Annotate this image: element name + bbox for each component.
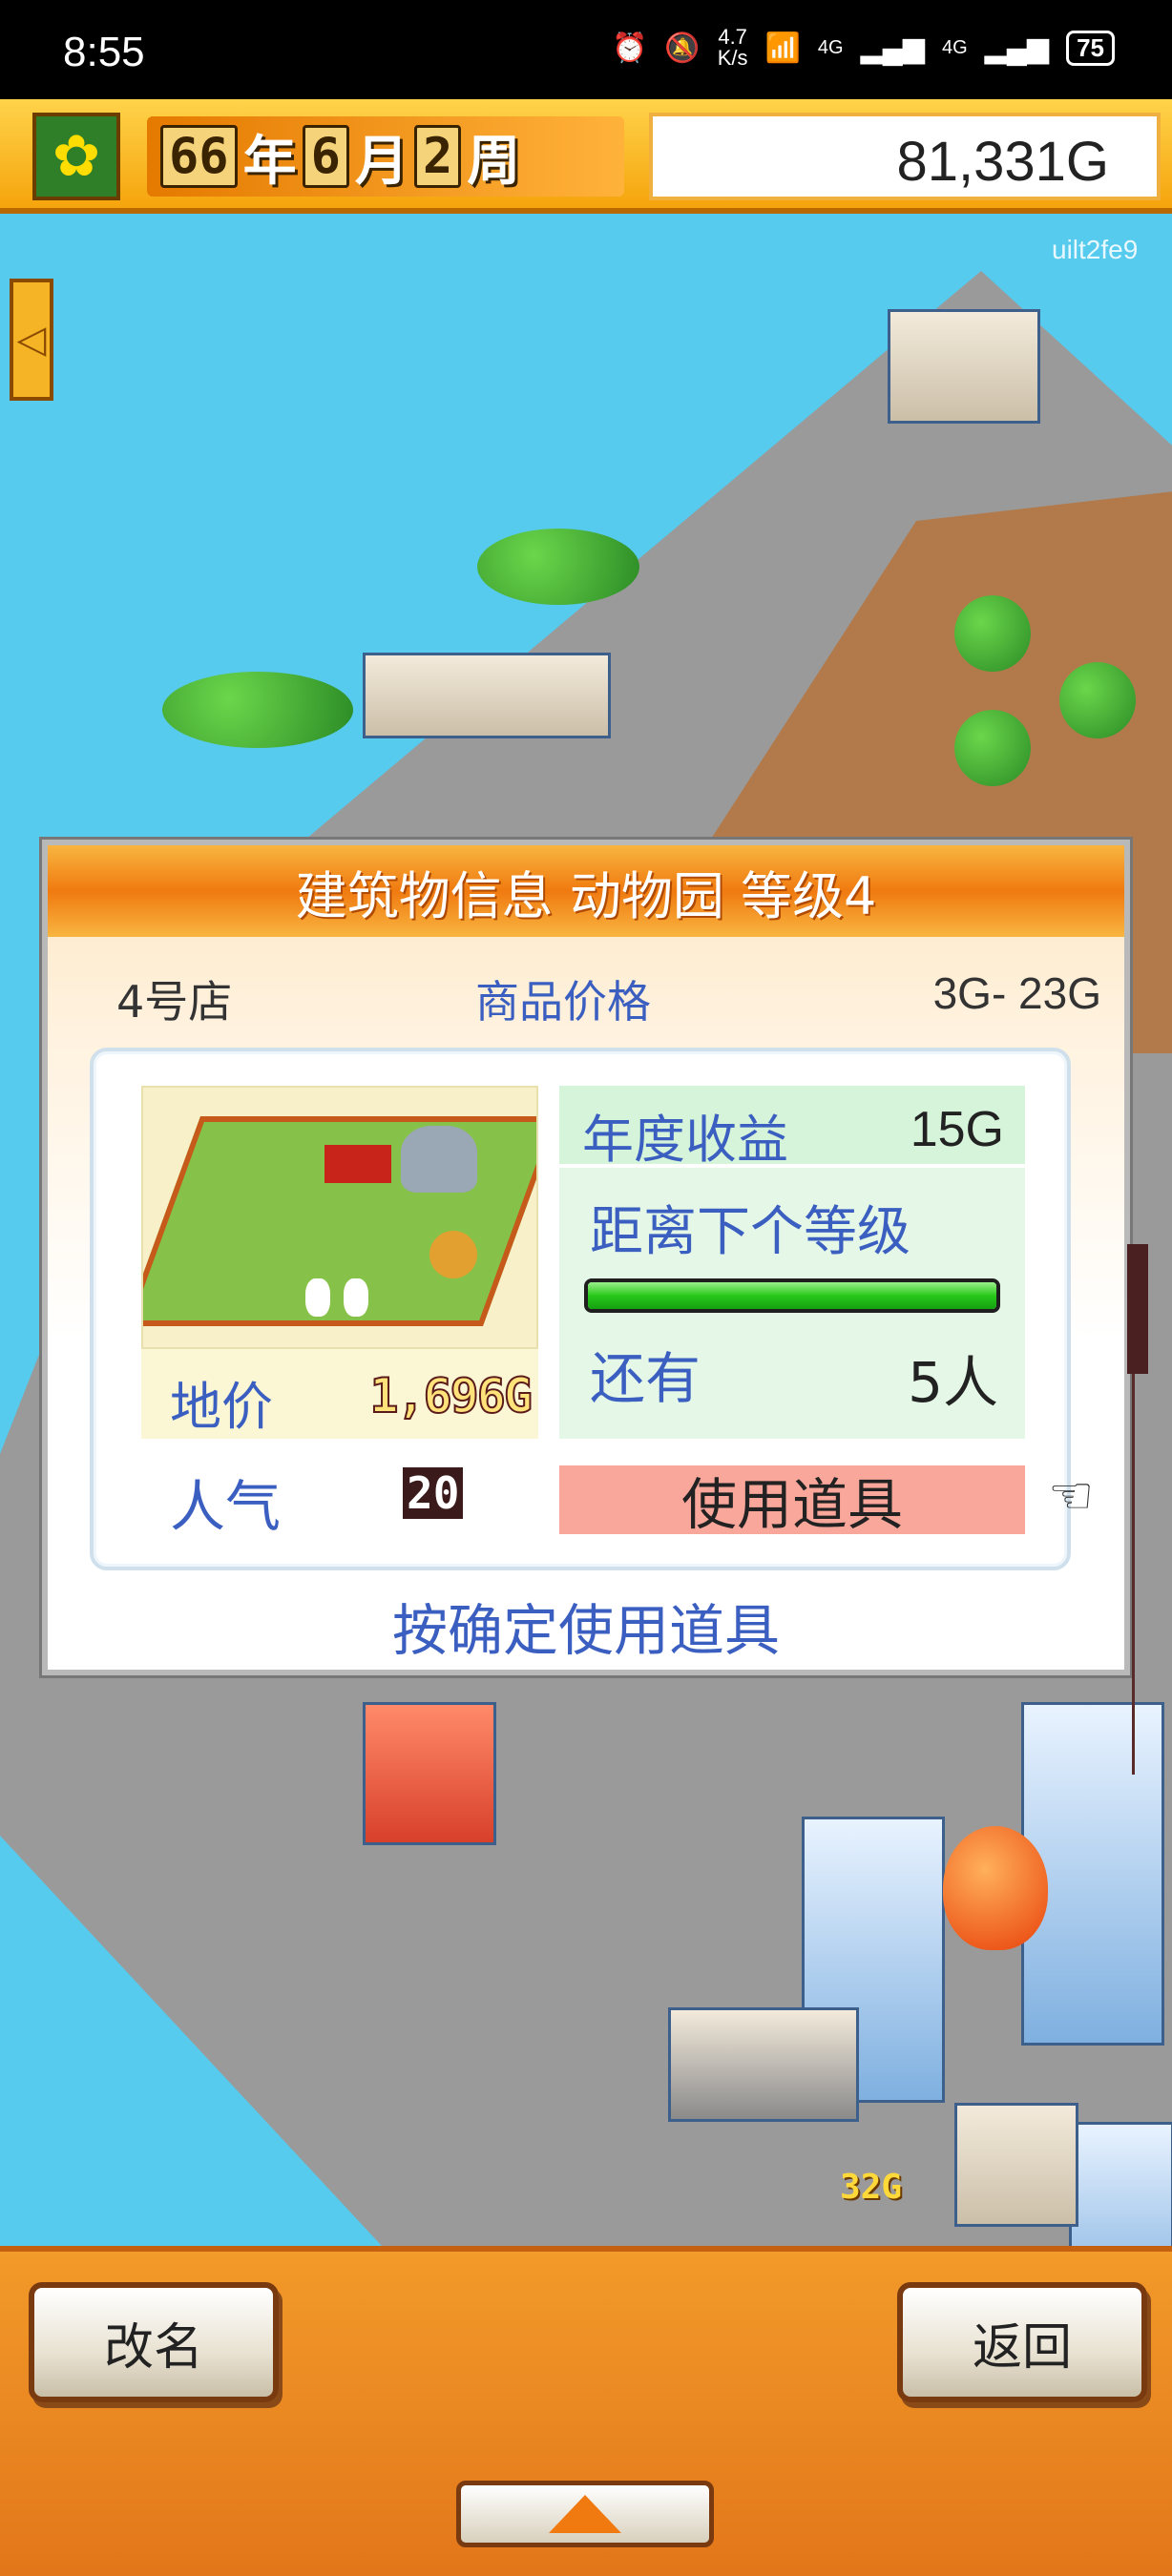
popularity-value: 20: [403, 1467, 464, 1519]
shelter-sprite: [324, 1145, 391, 1183]
info-card: 地价 1,696G 人气 20 年度收益 15G 距离下个等级 还有 5人 使用…: [90, 1048, 1148, 1775]
building: [1069, 2122, 1172, 2246]
money-value: 81,331G: [896, 131, 1109, 193]
panel-title: 建筑物信息 动物园 等级4: [295, 865, 877, 926]
wifi-icon: 📶: [764, 31, 801, 64]
scrollbar-thumb[interactable]: [1127, 1244, 1148, 1374]
tree: [477, 529, 639, 605]
mute-icon: 🔕: [664, 31, 701, 64]
game-top-bar: ✿ 66 年 6 月 2 周 81,331G: [0, 99, 1172, 214]
tree: [162, 672, 353, 748]
zoo-thumbnail: [141, 1086, 538, 1349]
battery-indicator: 75: [1066, 30, 1115, 66]
tree: [1059, 662, 1136, 738]
year-number: 66: [160, 125, 238, 188]
tree: [954, 710, 1031, 786]
status-bar: 8:55 ⏰ 🔕 4.7 K/s 📶 4G ▂▄▆ 4G ▂▄▆ 75: [0, 0, 1172, 99]
price-label: 商品价格: [475, 976, 651, 1028]
signal-icon: ▂▄▆: [860, 31, 925, 64]
bottom-bar: 改名 返回: [0, 2246, 1172, 2576]
land-price-box: 地价 1,696G: [141, 1349, 538, 1439]
year-unit: 年: [242, 130, 297, 193]
expand-menu-button[interactable]: [456, 2481, 714, 2547]
building: [668, 2007, 859, 2122]
triangle-up-icon: [549, 2495, 621, 2533]
building: [363, 1702, 496, 1845]
use-item-button[interactable]: 使用道具: [559, 1465, 1025, 1537]
alarm-icon: ⏰: [612, 31, 648, 64]
status-time: 8:55: [63, 29, 145, 75]
tree: [954, 595, 1031, 672]
remaining-value: 5人: [908, 1350, 998, 1415]
week-unit: 周: [467, 130, 521, 193]
panel-scrollbar[interactable]: [1127, 1244, 1151, 1775]
stats-box: 年度收益 15G 距离下个等级 还有 5人: [559, 1086, 1025, 1439]
elephant-sprite: [401, 1126, 477, 1193]
shop-info-row: 4号店 商品价格 3G- 23G: [48, 967, 1124, 1028]
sunflower-icon[interactable]: ✿: [32, 113, 120, 200]
panel-title-bar: 建筑物信息 动物园 等级4: [48, 845, 1124, 937]
next-level-label: 距离下个等级: [590, 1201, 910, 1263]
use-item-hint: 按确定使用道具: [391, 1598, 780, 1663]
rabbit-sprite: [305, 1278, 330, 1317]
network-speed: 4.7 K/s: [718, 27, 748, 69]
annual-revenue-row: 年度收益 15G: [559, 1086, 1025, 1170]
back-button[interactable]: 返回: [897, 2282, 1147, 2402]
rename-button[interactable]: 改名: [29, 2282, 279, 2402]
left-arrow-button[interactable]: ◁: [10, 279, 53, 401]
status-icons: ⏰ 🔕 4.7 K/s 📶 4G ▂▄▆ 4G ▂▄▆ 75: [612, 27, 1115, 69]
building: [954, 2103, 1078, 2227]
signal-2-label: 4G: [941, 36, 968, 58]
game-screen: 8:55 ⏰ 🔕 4.7 K/s 📶 4G ▂▄▆ 4G ▂▄▆ 75 ✿ 66…: [0, 0, 1172, 2576]
shop-number: 4号店: [116, 976, 233, 1028]
next-level-progress-bar: [584, 1278, 1000, 1313]
triangle-left-icon: ◁: [16, 318, 47, 362]
signal-icon-2: ▂▄▆: [984, 31, 1050, 64]
month-number: 6: [302, 125, 349, 188]
land-price-value: 1,696G: [368, 1367, 534, 1424]
money-display: 81,331G: [649, 113, 1161, 200]
game-date: 66 年 6 月 2 周: [147, 116, 624, 197]
popularity-label: 人气: [170, 1474, 282, 1539]
building-info-panel: 建筑物信息 动物园 等级4 4号店 商品价格 3G- 23G 地价 1,696G…: [42, 840, 1148, 1775]
lion-sprite: [429, 1231, 477, 1278]
week-number: 2: [413, 125, 462, 188]
price-range: 3G- 23G: [932, 968, 1101, 1018]
coin-label[interactable]: 32G: [840, 2168, 902, 2207]
remaining-label: 还有: [590, 1346, 701, 1411]
month-unit: 月: [354, 130, 408, 193]
speed-unit: K/s: [717, 46, 748, 70]
hot-air-balloon: [943, 1826, 1048, 1950]
annual-revenue-value: 15G: [910, 1102, 1004, 1157]
annual-revenue-label: 年度收益: [582, 1110, 788, 1170]
progress-fill: [588, 1282, 996, 1309]
land-price-label: 地价: [170, 1377, 273, 1437]
rabbit-sprite: [344, 1278, 368, 1317]
building: [363, 653, 611, 738]
pointing-hand-icon: ☜: [1048, 1465, 1095, 1526]
player-id: uilt2fe9: [1052, 235, 1139, 264]
building: [888, 309, 1040, 424]
signal-1-label: 4G: [817, 36, 844, 58]
